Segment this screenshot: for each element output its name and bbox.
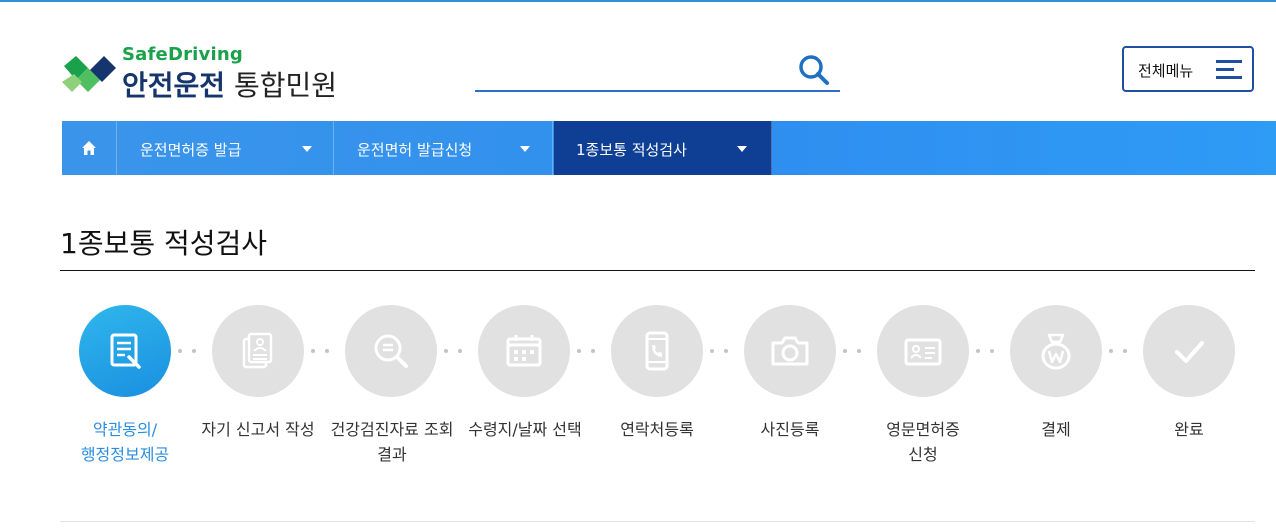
step-connector	[976, 349, 1000, 353]
step-connector	[710, 349, 734, 353]
nav-item-label: 운전면허증 발급	[140, 141, 242, 159]
step-connector	[444, 349, 468, 353]
step-label-photo: 사진등록	[760, 420, 820, 439]
id-card-icon	[904, 338, 942, 366]
all-menu-label: 전체메뉴	[1138, 62, 1194, 80]
top-accent-line	[0, 0, 1276, 2]
step-3-health-check[interactable]	[345, 305, 437, 397]
step-5-contact[interactable]	[611, 305, 703, 397]
step-connector	[577, 349, 601, 353]
step-label-contact: 연락처등록	[620, 420, 694, 439]
chevron-down-icon	[520, 146, 530, 152]
logo-title: 안전운전 통합민원	[122, 64, 337, 104]
page-title: 1종보통 적성검사	[60, 227, 268, 260]
logo-mark-icon	[62, 56, 116, 92]
money-bag-icon	[1041, 333, 1071, 370]
search-icon	[799, 55, 829, 85]
all-menu-button[interactable]: 전체메뉴	[1122, 46, 1254, 92]
nav-item-label: 운전면허 발급신청	[357, 141, 473, 159]
step-6-photo[interactable]	[744, 305, 836, 397]
calendar-icon	[506, 335, 542, 367]
home-icon	[82, 141, 96, 155]
chevron-down-icon	[737, 146, 747, 152]
step-8-payment[interactable]	[1010, 305, 1102, 397]
search-document-icon	[374, 334, 408, 368]
site-logo[interactable]: SafeDriving 안전운전 통합민원	[60, 42, 380, 104]
logo-title-light: 통합민원	[225, 69, 337, 102]
search-button[interactable]	[796, 52, 832, 88]
nav-item-license-issue[interactable]: 운전면허증 발급	[118, 121, 334, 175]
step-label-pickup-date: 수령지/날짜 선택	[468, 420, 582, 439]
hamburger-menu-icon	[1216, 60, 1242, 79]
step-1-terms[interactable]	[79, 305, 171, 397]
title-divider	[60, 270, 1255, 271]
bottom-divider	[60, 521, 1255, 522]
step-label-self-report: 자기 신고서 작성	[201, 420, 315, 439]
step-label-payment: 결제	[1041, 420, 1071, 439]
logo-title-bold: 안전운전	[122, 69, 226, 102]
step-4-pickup-date[interactable]	[478, 305, 570, 397]
nav-item-label: 1종보통 적성검사	[576, 141, 687, 159]
nav-item-aptitude-test[interactable]: 1종보통 적성검사	[554, 121, 772, 175]
logo-subtitle: SafeDriving	[122, 44, 243, 65]
search-input[interactable]	[475, 54, 785, 88]
check-icon	[1175, 341, 1204, 363]
step-2-self-report[interactable]	[212, 305, 304, 397]
step-connector	[311, 349, 335, 353]
camera-icon	[771, 336, 809, 366]
phone-icon	[645, 331, 669, 371]
step-label-complete: 완료	[1174, 420, 1204, 439]
step-connector	[843, 349, 867, 353]
nav-home-button[interactable]	[62, 121, 117, 175]
self-report-icon	[242, 332, 273, 369]
step-9-complete[interactable]	[1143, 305, 1235, 397]
step-label-health-check: 건강검진자료 조회 결과	[330, 420, 454, 464]
search-bar	[475, 50, 840, 92]
document-edit-icon	[110, 333, 141, 369]
chevron-down-icon	[302, 146, 312, 152]
breadcrumb-nav: 운전면허증 발급 운전면허 발급신청 1종보통 적성검사	[62, 121, 1276, 175]
step-connector	[178, 349, 202, 353]
step-label-intl-license: 영문면허증 신청	[886, 420, 960, 464]
nav-item-license-apply[interactable]: 운전면허 발급신청	[335, 121, 553, 175]
step-label-terms: 약관동의/ 행정정보제공	[80, 420, 170, 464]
step-7-intl-license[interactable]	[877, 305, 969, 397]
step-connector	[1109, 349, 1133, 353]
